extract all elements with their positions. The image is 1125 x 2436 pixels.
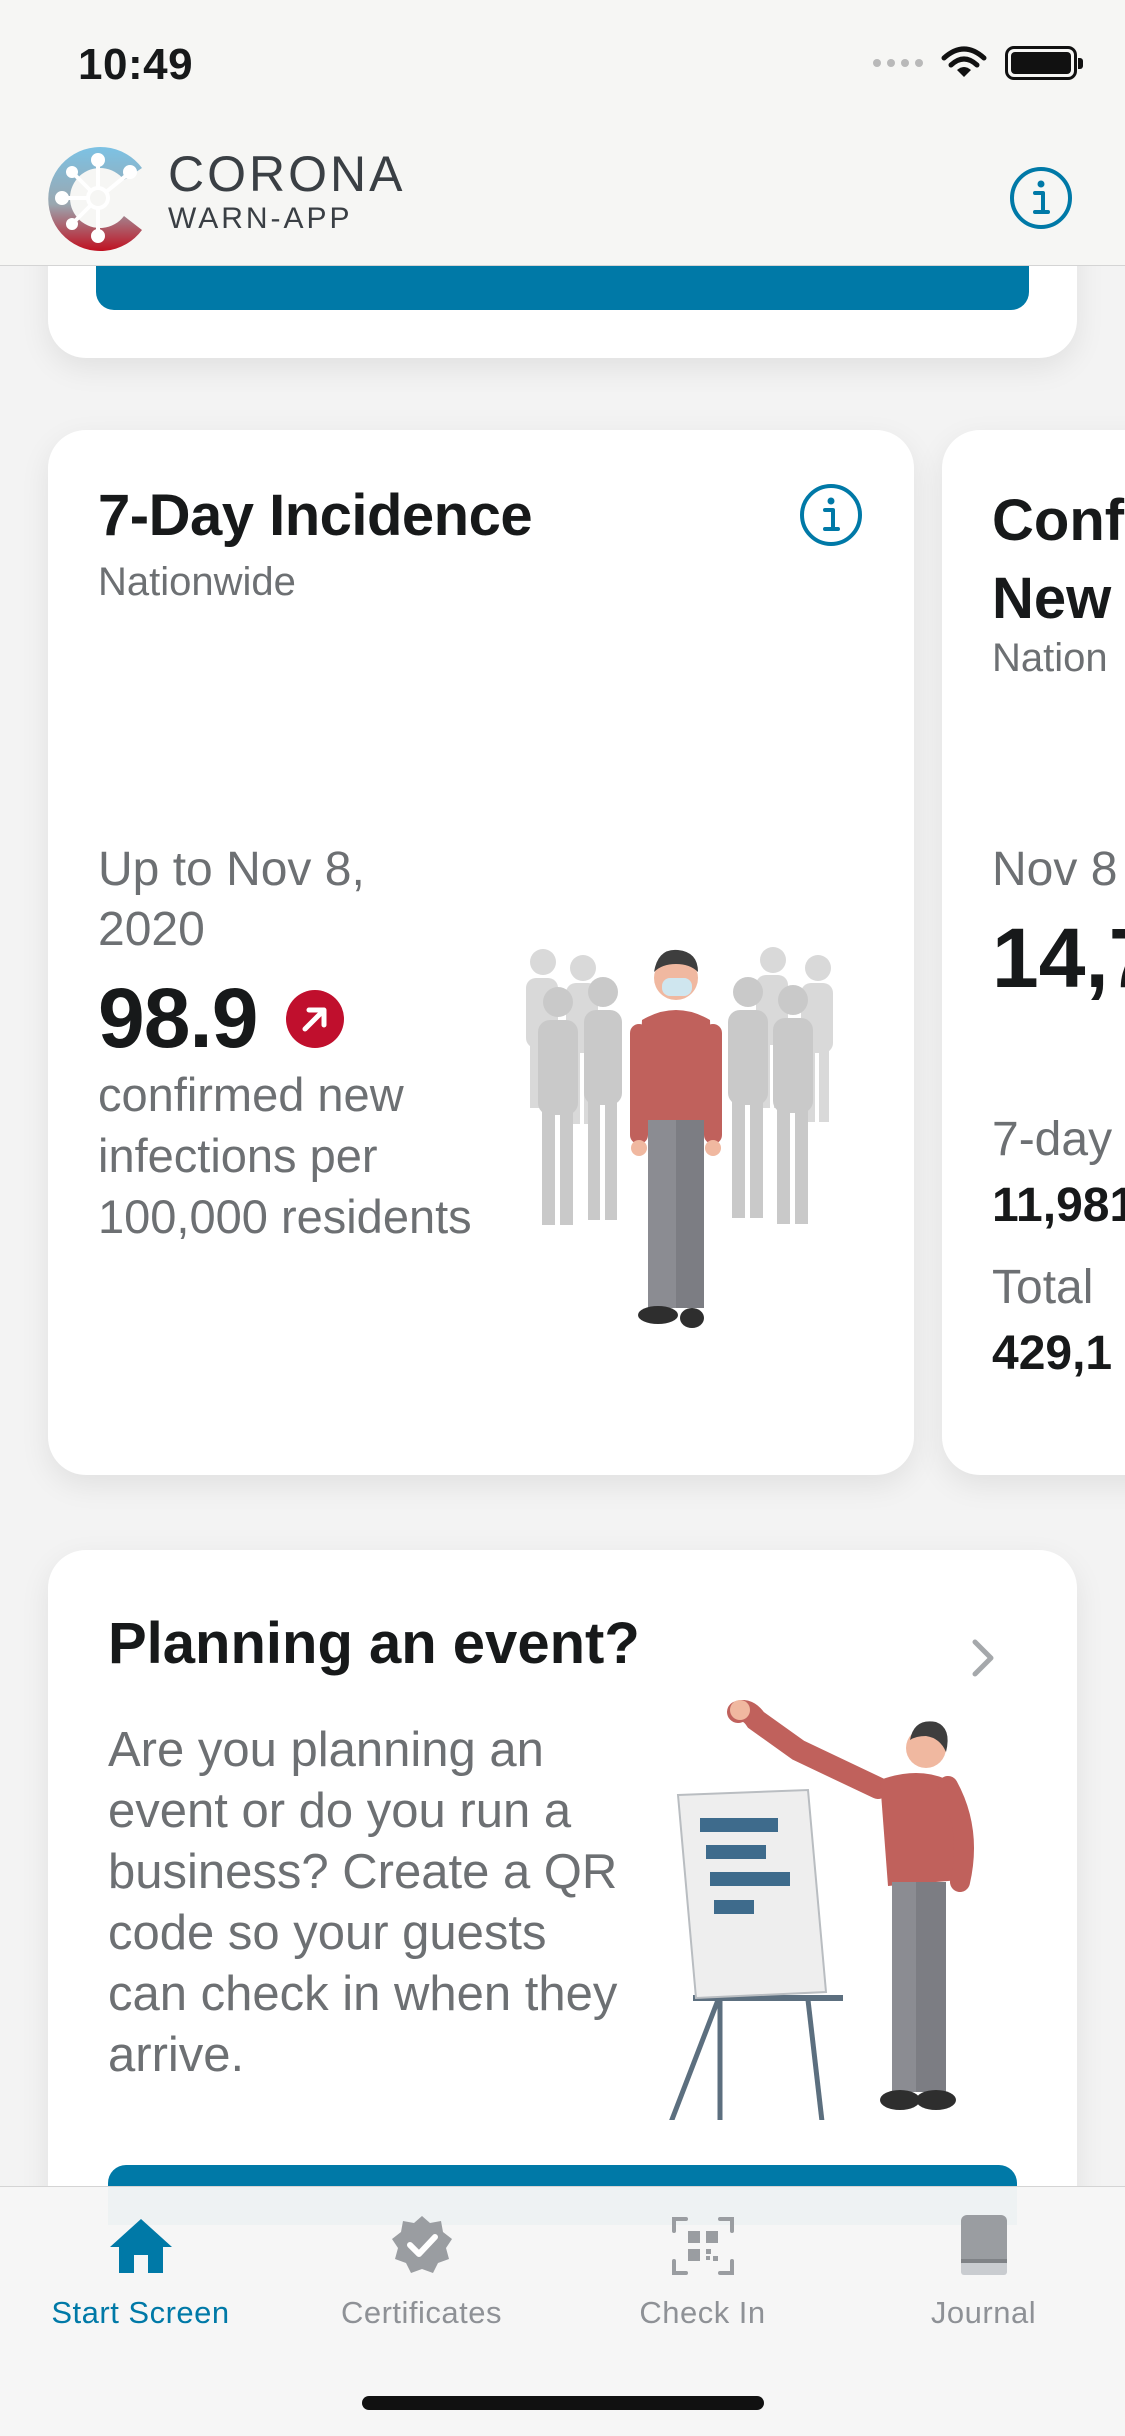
confirmed-date: Nov 8 — [992, 843, 1118, 896]
info-icon[interactable] — [798, 482, 864, 548]
chevron-right-icon[interactable] — [969, 1636, 999, 1680]
confirmed-total-label: Total — [992, 1261, 1094, 1314]
tab-label: Check In — [639, 2295, 766, 2330]
info-icon[interactable] — [1009, 166, 1073, 230]
previous-card-button[interactable] — [96, 264, 1029, 310]
cellular-signal-icon — [873, 59, 923, 67]
tab-label: Start Screen — [51, 2295, 230, 2330]
header: 10:49 CORONA WARN-APP — [0, 0, 1125, 266]
home-screen: 7-Day Incidence Nationwide Up to Nov 8, … — [0, 0, 1125, 2436]
tab-journal[interactable]: Journal — [843, 2211, 1124, 2331]
status-icons — [873, 46, 1083, 80]
tab-label: Journal — [930, 2295, 1037, 2330]
incidence-date: Up to Nov 8, 2020 — [98, 843, 365, 956]
event-card[interactable]: Planning an event? Are you planning an e… — [48, 1550, 1077, 2270]
incidence-value-row: 98.9 — [98, 970, 344, 1067]
status-time: 10:49 — [78, 40, 194, 89]
brand-name: CORONA — [168, 146, 406, 202]
confirmed-value: 14,7 — [992, 911, 1125, 1005]
journal-icon — [960, 2215, 1007, 2275]
confirmed-card[interactable]: Conf New Nation Nov 8 14,7 7-day 11,981 … — [942, 430, 1125, 1475]
incidence-subtitle: Nationwide — [98, 560, 296, 604]
event-title: Planning an event? — [108, 1611, 640, 1676]
presenter-illustration — [669, 1700, 974, 2120]
tab-check-in[interactable]: Check In — [562, 2211, 843, 2331]
incidence-description: confirmed new infections per 100,000 res… — [98, 1068, 472, 1243]
home-icon — [109, 2219, 172, 2273]
incidence-title: 7-Day Incidence — [98, 483, 533, 548]
confirmed-title-line1: Conf — [992, 488, 1125, 553]
battery-icon — [1005, 46, 1083, 80]
incidence-value: 98.9 — [98, 971, 258, 1065]
event-text: Are you planning an event or do you run … — [108, 1723, 618, 2082]
tab-label: Certificates — [340, 2295, 503, 2330]
corona-warn-app-logo — [48, 147, 142, 251]
brand-subtitle: WARN-APP — [168, 202, 353, 235]
home-indicator[interactable] — [362, 2396, 764, 2410]
crowd-illustration — [526, 947, 833, 1328]
confirmed-total-value: 429,1 — [992, 1327, 1113, 1380]
wifi-icon — [941, 46, 987, 77]
certificate-icon — [391, 2216, 452, 2273]
tab-start-screen[interactable]: Start Screen — [0, 2211, 281, 2331]
arrow-up-right-icon — [285, 989, 344, 1048]
confirmed-subtitle: Nation — [992, 636, 1108, 680]
qr-code-icon — [671, 2217, 734, 2275]
confirmed-7day-value: 11,981 — [992, 1179, 1125, 1232]
confirmed-title: Conf New — [992, 482, 1125, 638]
brand: CORONA WARN-APP — [168, 148, 405, 236]
tab-certificates[interactable]: Certificates — [281, 2211, 562, 2331]
confirmed-7day-label: 7-day — [992, 1113, 1113, 1166]
incidence-card[interactable]: 7-Day Incidence Nationwide Up to Nov 8, … — [48, 430, 914, 1475]
confirmed-title-line2: New — [992, 566, 1112, 631]
